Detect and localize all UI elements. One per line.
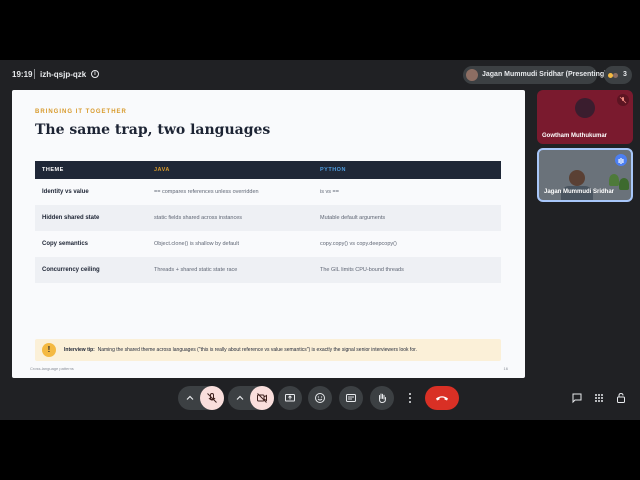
table-row: Copy semantics Object.clone() is shallow…	[35, 231, 501, 257]
row-theme: Hidden shared state	[42, 215, 100, 221]
plant-decor	[609, 174, 619, 186]
host-controls-button[interactable]	[612, 386, 630, 410]
page-number: 16	[503, 366, 508, 371]
clock: 19:19	[12, 70, 33, 79]
participant-count: 3	[623, 71, 627, 78]
tip-text: Interview tip: Naming the shared theme a…	[64, 347, 417, 353]
info-icon[interactable]: i	[91, 70, 99, 78]
table-row: Hidden shared state static fields shared…	[35, 205, 501, 231]
row-python: The GIL limits CPU-bound threads	[320, 267, 404, 273]
activities-button[interactable]	[590, 386, 608, 410]
row-java: Threads + shared static state race	[154, 267, 238, 273]
present-icon	[285, 394, 295, 402]
tip-label: Interview tip:	[64, 347, 95, 353]
header-python: PYTHON	[320, 167, 346, 173]
slide-eyebrow: BRINGING IT TOGETHER	[35, 109, 127, 115]
interview-tip-callout: ! Interview tip: Naming the shared theme…	[35, 339, 501, 361]
mic-off-icon	[207, 393, 217, 403]
control-bar	[0, 386, 640, 412]
row-java: static fields shared across instances	[154, 215, 243, 221]
divider	[34, 69, 35, 79]
row-java: Object.clone() is shallow by default	[154, 241, 239, 247]
more-options-button[interactable]	[403, 386, 417, 410]
slide-footer: Cross-language patterns	[30, 366, 74, 371]
row-python: is vs ==	[320, 189, 339, 195]
avatar	[575, 98, 595, 118]
participants-button[interactable]: 3	[604, 66, 632, 84]
plant-decor	[619, 178, 629, 190]
captions-button[interactable]	[339, 386, 363, 410]
table-row: Concurrency ceiling Threads + shared sta…	[35, 257, 501, 283]
chevron-up-icon[interactable]	[236, 394, 244, 402]
chat-icon	[572, 393, 582, 404]
top-bar: 19:19 izh-qsjp-qzk i Jagan Mummudi Sridh…	[0, 60, 640, 90]
more-icon	[409, 393, 411, 403]
captions-icon	[346, 394, 356, 402]
reactions-button[interactable]	[308, 386, 332, 410]
header-theme: THEME	[42, 167, 64, 173]
row-theme: Identity vs value	[42, 189, 89, 195]
meeting-code: izh-qsjp-qzk	[40, 70, 87, 79]
row-python: copy.copy() vs copy.deepcopy()	[320, 241, 397, 247]
shared-slide: BRINGING IT TOGETHER The same trap, two …	[12, 90, 525, 378]
tip-body: Naming the shared theme across languages…	[97, 347, 417, 353]
participant-name: Gowtham Muthukumar	[542, 133, 608, 139]
presenter-indicator[interactable]: Jagan Mummudi Sridhar (Presenting)	[463, 66, 606, 84]
table-row: Identity vs value == compares references…	[35, 179, 501, 205]
mic-off-icon	[617, 94, 629, 106]
presenter-label: Jagan Mummudi Sridhar (Presenting)	[482, 71, 607, 78]
raise-hand-button[interactable]	[370, 386, 394, 410]
camera-off-button[interactable]	[250, 386, 274, 410]
host-controls-icon	[617, 392, 625, 403]
apps-icon	[595, 394, 603, 402]
slide-title: The same trap, two languages	[35, 122, 271, 138]
header-java: JAVA	[154, 167, 170, 173]
participant-video	[569, 170, 585, 186]
row-python: Mutable default arguments	[320, 215, 386, 221]
avatar	[466, 69, 478, 81]
avatar	[613, 73, 618, 78]
row-java: == compares references unless overridden	[154, 189, 259, 195]
raise-hand-icon	[379, 393, 386, 404]
leave-call-button[interactable]	[425, 386, 459, 410]
meet-window: 19:19 izh-qsjp-qzk i Jagan Mummudi Sridh…	[0, 60, 640, 420]
chevron-up-icon[interactable]	[186, 394, 194, 402]
end-call-icon	[436, 396, 448, 401]
chat-button[interactable]	[568, 386, 586, 410]
speaking-icon	[615, 154, 627, 166]
emoji-icon	[315, 393, 325, 403]
present-button[interactable]	[278, 386, 302, 410]
participant-tile[interactable]: Jagan Mummudi Sridhar	[537, 148, 633, 202]
row-theme: Copy semantics	[42, 241, 89, 247]
camera-off-icon	[257, 393, 267, 403]
table-header: THEME JAVA PYTHON	[35, 161, 501, 179]
mic-off-button[interactable]	[200, 386, 224, 410]
comparison-table: THEME JAVA PYTHON Identity vs value == c…	[35, 161, 501, 283]
exclamation-icon: !	[42, 343, 56, 357]
participant-name: Jagan Mummudi Sridhar	[544, 189, 615, 195]
row-theme: Concurrency ceiling	[42, 267, 100, 273]
participant-tile[interactable]: Gowtham Muthukumar	[537, 90, 633, 144]
